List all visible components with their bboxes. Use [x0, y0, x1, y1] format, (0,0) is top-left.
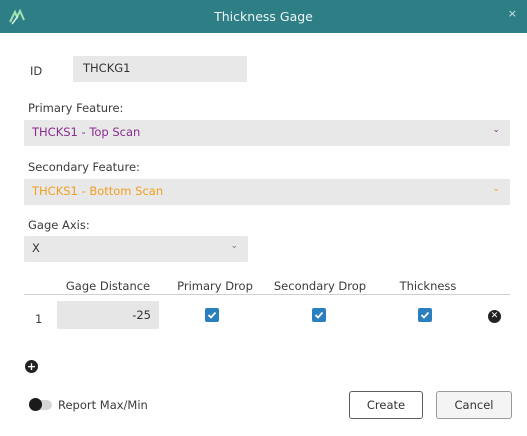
table-divider — [24, 294, 510, 295]
header-gage-distance: Gage Distance — [65, 279, 151, 293]
check-icon — [207, 311, 217, 319]
chevron-down-icon: ⌄ — [230, 241, 238, 251]
gage-axis-label: Gage Axis: — [28, 218, 90, 232]
report-max-min-label: Report Max/Min — [58, 398, 148, 412]
title-bar: Thickness Gage × — [0, 0, 527, 33]
toggle-knob — [29, 398, 42, 411]
create-button[interactable]: Create — [349, 391, 423, 419]
gage-distance-value: -25 — [132, 308, 151, 322]
cancel-button[interactable]: Cancel — [436, 391, 512, 419]
header-primary-drop: Primary Drop — [177, 279, 253, 293]
check-icon — [420, 311, 430, 319]
secondary-drop-checkbox[interactable] — [312, 308, 326, 322]
chevron-down-icon: ⌄ — [492, 125, 500, 135]
check-icon — [314, 311, 324, 319]
close-icon[interactable]: × — [508, 7, 517, 20]
gage-axis-select[interactable]: X ⌄ — [24, 236, 248, 262]
add-row-icon[interactable]: + — [25, 360, 38, 373]
row-index: 1 — [35, 312, 43, 326]
id-label: ID — [30, 64, 43, 78]
primary-drop-checkbox[interactable] — [205, 308, 219, 322]
secondary-feature-value: THCKS1 - Bottom Scan — [32, 184, 164, 198]
report-max-min-toggle[interactable] — [29, 398, 52, 411]
window-title: Thickness Gage — [214, 9, 313, 24]
header-thickness: Thickness — [399, 279, 457, 293]
header-secondary-drop: Secondary Drop — [273, 279, 367, 293]
gage-distance-input[interactable]: -25 — [57, 301, 159, 329]
primary-feature-select[interactable]: THCKS1 - Top Scan ⌄ — [24, 120, 510, 146]
primary-feature-value: THCKS1 - Top Scan — [32, 125, 141, 139]
primary-feature-label: Primary Feature: — [28, 101, 124, 115]
gage-axis-value: X — [32, 241, 40, 255]
thickness-checkbox[interactable] — [418, 308, 432, 322]
chevron-down-icon: ⌄ — [492, 184, 500, 194]
secondary-feature-select[interactable]: THCKS1 - Bottom Scan ⌄ — [24, 179, 510, 205]
remove-row-icon[interactable]: ✕ — [488, 310, 501, 323]
id-input[interactable]: THCKG1 — [73, 56, 247, 82]
secondary-feature-label: Secondary Feature: — [28, 160, 140, 174]
id-value: THCKG1 — [83, 61, 131, 75]
